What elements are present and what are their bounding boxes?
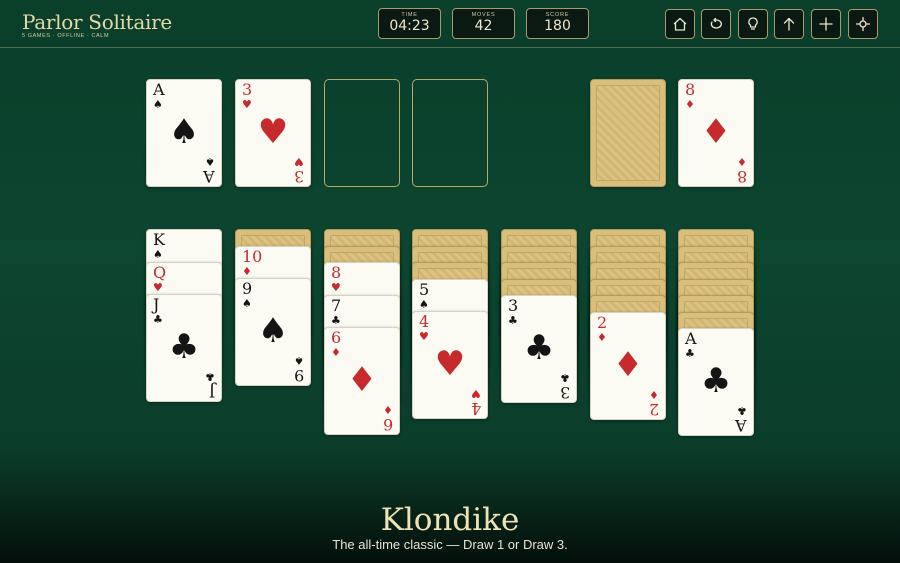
card-center-suit: ♠ bbox=[168, 112, 200, 152]
hint-button[interactable] bbox=[738, 9, 768, 39]
card-rank-bottom: 3 bbox=[559, 383, 570, 402]
card-suit: ♠ bbox=[153, 98, 163, 111]
brand: Parlor Solitaire 5 GAMES · OFFLINE · CAL… bbox=[22, 11, 172, 39]
score-value: 180 bbox=[544, 18, 571, 34]
game-description: The all-time classic — Draw 1 or Draw 3. bbox=[332, 537, 568, 552]
card-suit: ♥ bbox=[242, 98, 252, 111]
waste-card[interactable]: 8 ♦ ♦ ♦ 8 bbox=[678, 79, 754, 187]
card-suit: ♦ bbox=[331, 346, 341, 359]
hint-bulb-icon bbox=[748, 17, 758, 30]
card-suit-bottom: ♣ bbox=[205, 370, 215, 383]
auto-complete-button[interactable] bbox=[774, 9, 804, 39]
card-suit: ♣ bbox=[331, 313, 341, 327]
card-center-suit: ♠ bbox=[257, 311, 289, 351]
card-rank: K bbox=[153, 230, 165, 249]
new-game-plus-icon bbox=[819, 17, 833, 31]
moves-stat: MOVES 42 bbox=[452, 8, 515, 39]
card-suit: ♥ bbox=[419, 330, 429, 343]
card-rank: 7 bbox=[331, 295, 342, 315]
card-rank-bottom: 4 bbox=[470, 399, 481, 418]
card-rank-bottom: A bbox=[735, 416, 747, 435]
card-suit: ♠ bbox=[153, 248, 163, 261]
undo-icon bbox=[710, 17, 722, 29]
card-suit: ♦ bbox=[242, 264, 252, 278]
card-rank-bottom: A bbox=[203, 167, 215, 186]
tableau-2-card[interactable]: 9 ♠ ♠ ♠ 9 bbox=[235, 278, 311, 386]
top-bar: Parlor Solitaire 5 GAMES · OFFLINE · CAL… bbox=[0, 0, 900, 48]
card-suit-bottom: ♥ bbox=[294, 155, 304, 168]
auto-up-arrow-icon bbox=[783, 17, 795, 31]
app-title: Parlor Solitaire bbox=[22, 10, 172, 34]
tableau-4-card[interactable]: 4 ♥ ♥ ♥ 4 bbox=[412, 311, 488, 419]
card-suit: ♥ bbox=[331, 281, 341, 294]
card-suit-bottom: ♦ bbox=[383, 403, 393, 416]
card-rank: 2 bbox=[597, 312, 608, 332]
new-game-button[interactable] bbox=[811, 9, 841, 39]
card-suit-bottom: ♠ bbox=[205, 155, 215, 168]
foundation-slot-4[interactable] bbox=[412, 79, 488, 187]
card-suit-bottom: ♥ bbox=[471, 387, 481, 400]
card-center-suit: ♣ bbox=[523, 328, 555, 368]
time-stat: TIME 04:23 bbox=[378, 8, 441, 39]
card-rank-bottom: 2 bbox=[648, 399, 659, 419]
card-rank: 5 bbox=[419, 279, 430, 299]
card-suit: ♦ bbox=[685, 98, 695, 111]
card-rank: A bbox=[685, 329, 697, 348]
card-rank: 8 bbox=[331, 263, 342, 282]
card-rank-bottom: J bbox=[208, 382, 215, 401]
card-suit: ♣ bbox=[153, 313, 163, 326]
card-rank: A bbox=[153, 80, 165, 99]
card-suit: ♣ bbox=[508, 314, 518, 327]
card-suit-bottom: ♣ bbox=[737, 404, 747, 417]
settings-crosshair-icon bbox=[855, 16, 871, 32]
time-value: 04:23 bbox=[389, 18, 430, 34]
home-button[interactable] bbox=[665, 9, 695, 39]
settings-button[interactable] bbox=[848, 9, 878, 39]
foundation-card-2[interactable]: 3 ♥ ♥ ♥ 3 bbox=[235, 79, 311, 187]
card-center-suit: ♣ bbox=[700, 361, 732, 401]
score-stat: SCORE 180 bbox=[526, 8, 589, 39]
card-rank: 9 bbox=[242, 279, 253, 298]
card-rank: Q bbox=[153, 262, 167, 282]
card-center-suit: ♦ bbox=[700, 112, 732, 152]
card-center-suit: ♦ bbox=[612, 344, 644, 385]
tableau-1-card[interactable]: J ♣ ♣ ♣ J bbox=[146, 294, 222, 402]
card-rank: 4 bbox=[419, 312, 430, 331]
card-suit: ♥ bbox=[153, 280, 163, 294]
tableau-3-card[interactable]: 6 ♦ ♦ ♦ 6 bbox=[324, 327, 400, 435]
card-rank: 3 bbox=[242, 80, 253, 99]
card-rank: 3 bbox=[508, 296, 519, 315]
card-center-suit: ♣ bbox=[168, 327, 200, 367]
card-suit-bottom: ♠ bbox=[294, 354, 304, 367]
card-rank-bottom: 6 bbox=[382, 415, 393, 434]
foundation-slot-3[interactable] bbox=[324, 79, 400, 187]
card-rank-bottom: 8 bbox=[736, 167, 747, 186]
tableau-5-card[interactable]: 3 ♣ ♣ ♣ 3 bbox=[501, 295, 577, 403]
card-rank: 10 bbox=[242, 246, 263, 266]
card-center-suit: ♥ bbox=[257, 112, 289, 152]
foundation-card-1[interactable]: A ♠ ♠ ♠ A bbox=[146, 79, 222, 187]
card-suit: ♦ bbox=[597, 330, 607, 344]
card-suit-bottom: ♦ bbox=[737, 155, 747, 168]
card-suit: ♠ bbox=[242, 297, 252, 310]
card-rank: 6 bbox=[331, 328, 342, 347]
card-center-suit: ♥ bbox=[434, 344, 466, 384]
card-rank: J bbox=[153, 295, 160, 314]
card-suit-bottom: ♦ bbox=[649, 387, 659, 401]
card-center-suit: ♦ bbox=[346, 360, 378, 400]
game-name: Klondike bbox=[380, 502, 520, 538]
moves-value: 42 bbox=[474, 18, 493, 34]
card-rank-bottom: 3 bbox=[293, 167, 304, 186]
tableau-6-card[interactable]: 2 ♦ ♦ ♦ 2 bbox=[590, 311, 666, 420]
home-icon bbox=[673, 17, 687, 31]
stock-pile[interactable] bbox=[590, 79, 666, 187]
card-suit: ♠ bbox=[419, 297, 429, 311]
card-suit-bottom: ♣ bbox=[560, 371, 570, 384]
card-rank-bottom: 9 bbox=[293, 366, 304, 385]
card-rank: 8 bbox=[685, 80, 696, 99]
tableau-7-card[interactable]: A ♣ ♣ ♣ A bbox=[678, 328, 754, 436]
undo-button[interactable] bbox=[701, 9, 731, 39]
card-suit: ♣ bbox=[685, 347, 695, 360]
